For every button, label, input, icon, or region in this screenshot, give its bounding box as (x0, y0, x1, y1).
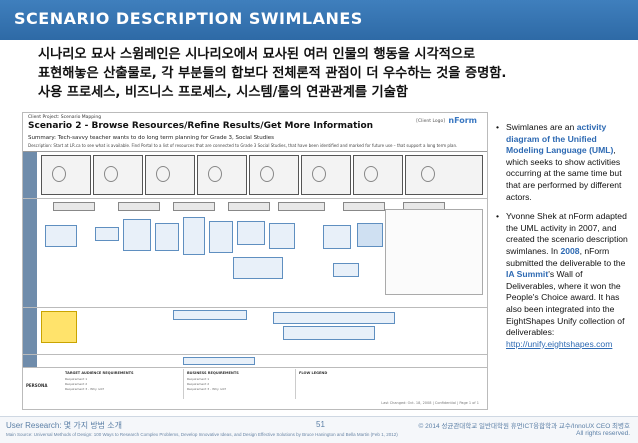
lane-label (23, 308, 37, 354)
page-number: 51 (316, 420, 325, 429)
stage-header (278, 202, 325, 211)
lane-label (23, 199, 37, 307)
comic-panel (301, 155, 351, 195)
activity-box (323, 225, 351, 249)
activity-box (209, 221, 233, 253)
flow-legend: FLOW LEGEND (299, 371, 328, 375)
slide-title: SCENARIO DESCRIPTION SWIMLANES (14, 9, 363, 28)
bullet-item-2: • Yvonne Shek at nForm adapted the UML a… (496, 211, 628, 349)
notes-box (385, 209, 483, 295)
comic-panel (41, 155, 91, 195)
activity-box (357, 223, 383, 247)
highlight-note (41, 311, 77, 343)
bullet-dot: • (496, 211, 500, 222)
lane-label (23, 355, 37, 367)
source-citation: Main Source: Universal Methods of Design… (6, 432, 398, 437)
activity-box (45, 225, 77, 247)
activity-box (173, 310, 247, 320)
scenario-description: Description: Start at LR.ca to see what … (28, 143, 458, 148)
intro-line-3: 사용 프로세스, 비즈니스 프로세스, 시스템/툴의 연관관계를 기술함 (38, 85, 408, 100)
scenario-summary: Summary: Tech-savvy teacher wants to do … (28, 135, 274, 141)
course-title: User Research: 몇 가지 방법 소개 (6, 421, 122, 430)
systems-lane (23, 355, 487, 368)
target-audience-requirements: TARGET AUDIENCE REQUIREMENTS Requirement… (63, 369, 184, 399)
comic-panel (353, 155, 403, 195)
business-lane (23, 308, 487, 355)
user-experience-lane (23, 199, 487, 308)
storyboard-lane (23, 152, 487, 199)
intro-text: 시나리오 묘사 스윔레인은 시나리오에서 묘사된 여러 인물의 행동을 시각적으… (38, 45, 618, 102)
activity-box (333, 263, 359, 277)
document-footer: Last Changed: Oct. 18, 2008 | Confidenti… (381, 401, 479, 405)
activity-box (95, 227, 119, 241)
copyright: © 2014 성균관대학교 일반대학원 휴먼ICT융합학과 교수/InnoUX … (418, 423, 631, 430)
activity-box (273, 312, 395, 324)
stage-header (118, 202, 160, 211)
activity-box (183, 357, 255, 365)
client-logo: [Client Logo] (416, 119, 445, 124)
activity-box (269, 223, 295, 249)
comic-panel (405, 155, 483, 195)
business-requirements: BUSINESS REQUIREMENTS Requirement 1 Requ… (185, 369, 296, 399)
bullet-list: • Swimlanes are an activity diagram of t… (496, 122, 634, 358)
slide-header: SCENARIO DESCRIPTION SWIMLANES (0, 0, 638, 40)
stage-header (228, 202, 270, 211)
swimlane-document-image: Client Project: Scenario Mapping Scenari… (22, 112, 488, 410)
ia-summit-emphasis: IA Summit (506, 269, 549, 280)
activity-box (233, 257, 283, 279)
comic-panel (197, 155, 247, 195)
intro-line-1: 시나리오 묘사 스윔레인은 시나리오에서 묘사된 여러 인물의 행동을 시각적으… (38, 47, 476, 62)
stage-header (173, 202, 215, 211)
persona-label: PERSONA (26, 383, 48, 388)
intro-line-2: 표현해놓은 산출물로, 각 부분들의 합보다 전체론적 관점이 더 우수하는 것… (38, 66, 507, 81)
comic-panel (145, 155, 195, 195)
comic-panel (249, 155, 299, 195)
nform-logo: nForm (448, 116, 477, 125)
slide-footer: User Research: 몇 가지 방법 소개 Main Source: U… (0, 416, 638, 443)
bullet-item-1: • Swimlanes are an activity diagram of t… (496, 122, 622, 202)
requirements-row: PERSONA TARGET AUDIENCE REQUIREMENTS Req… (23, 369, 487, 399)
scenario-name: Scenario 2 - Browse Resources/Refine Res… (28, 121, 374, 131)
activity-box (155, 223, 179, 251)
activity-box (183, 217, 205, 255)
year-emphasis: 2008 (560, 245, 580, 256)
client-project-label: Client Project: Scenario Mapping (28, 115, 102, 120)
bullet-dot: • (496, 122, 500, 132)
activity-box (283, 326, 375, 340)
rights-reserved: All rights reserved. (576, 430, 630, 437)
stage-header (343, 202, 385, 211)
comic-panel (93, 155, 143, 195)
document-header: Client Project: Scenario Mapping Scenari… (23, 113, 487, 152)
activity-box (123, 219, 151, 251)
activity-box (237, 221, 265, 245)
unify-link[interactable]: http://unify.eightshapes.com (506, 339, 612, 349)
stage-header (53, 202, 95, 211)
lane-label (23, 152, 37, 198)
